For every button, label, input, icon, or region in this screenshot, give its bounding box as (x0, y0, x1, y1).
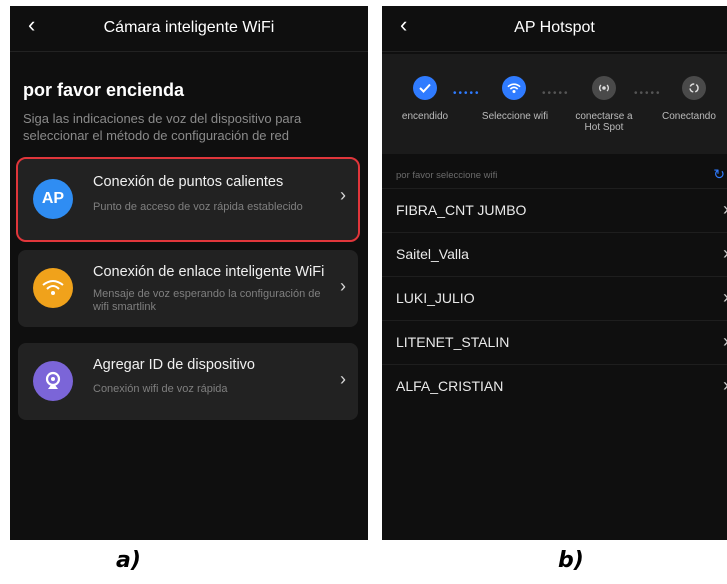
option-add-device-id[interactable]: Agregar ID de dispositivo Conexión wifi … (18, 343, 358, 420)
option-description: Punto de acceso de voz rápida establecid… (93, 201, 303, 213)
sync-icon (682, 76, 706, 100)
step-label: conectarse a Hot Spot (575, 111, 633, 133)
wifi-name: LITENET_STALIN (396, 334, 510, 350)
option-title: Conexión de enlace inteligente WiFi (93, 264, 325, 280)
camera-icon (33, 361, 73, 401)
top-bar: ‹ Cámara inteligente WiFi (10, 6, 368, 52)
step-label: Conectando (662, 111, 716, 122)
screen-title: AP Hotspot (514, 19, 595, 36)
chevron-right-icon: › (723, 243, 727, 264)
chevron-right-icon: › (723, 287, 727, 308)
figure-caption-b: b) (558, 548, 584, 573)
check-icon (413, 76, 437, 100)
option-title: Conexión de puntos calientes (93, 174, 284, 190)
chevron-right-icon: › (723, 331, 727, 352)
phone-screen-a: ‹ Cámara inteligente WiFi por favor enci… (10, 6, 368, 540)
step-connector: ••••• (453, 88, 481, 99)
page-heading: por favor encienda (23, 80, 185, 100)
chevron-right-icon: › (340, 369, 346, 389)
list-hint: por favor seleccione wifi (396, 170, 498, 181)
step-connector: ••••• (634, 88, 662, 99)
phone-screen-b: ‹ AP Hotspot ••••• ••••• ••••• encendido… (382, 6, 727, 540)
wifi-name: LUKI_JULIO (396, 290, 475, 306)
wifi-network-row[interactable]: FIBRA_CNT JUMBO › (382, 188, 727, 232)
wifi-network-row[interactable]: ALFA_CRISTIAN › (382, 364, 727, 408)
wifi-network-row[interactable]: Saitel_Valla › (382, 232, 727, 276)
figure-caption-a: a) (116, 548, 141, 573)
progress-steps: ••••• ••••• ••••• encendido Seleccione w… (382, 54, 727, 154)
wifi-icon (502, 76, 526, 100)
step-label: Seleccione wifi (481, 111, 549, 122)
step-label: encendido (401, 111, 449, 122)
step-connector: ••••• (542, 88, 570, 99)
wifi-network-row[interactable]: LUKI_JULIO › (382, 276, 727, 320)
chevron-right-icon: › (723, 375, 727, 396)
chevron-right-icon: › (723, 199, 727, 220)
option-description: Mensaje de voz esperando la configuració… (93, 288, 321, 313)
wifi-name: ALFA_CRISTIAN (396, 378, 504, 394)
chevron-right-icon: › (340, 185, 346, 205)
option-description: Conexión wifi de voz rápida (93, 383, 228, 395)
wifi-icon (33, 268, 73, 308)
instructions-text: Siga las indicaciones de voz del disposi… (23, 111, 302, 143)
wifi-name: FIBRA_CNT JUMBO (396, 202, 527, 218)
ap-icon: AP (33, 179, 73, 219)
option-title: Agregar ID de dispositivo (93, 357, 255, 373)
option-ap-hotspot[interactable]: AP Conexión de puntos calientes Punto de… (16, 157, 360, 242)
wifi-name: Saitel_Valla (396, 246, 469, 262)
option-smartlink[interactable]: Conexión de enlace inteligente WiFi Mens… (18, 250, 358, 327)
screen-title: Cámara inteligente WiFi (103, 19, 275, 36)
top-bar: ‹ AP Hotspot (382, 6, 727, 52)
chevron-right-icon: › (340, 276, 346, 296)
wifi-network-row[interactable]: LITENET_STALIN › (382, 320, 727, 364)
hotspot-icon (592, 76, 616, 100)
refresh-icon[interactable]: ↻ (713, 166, 725, 183)
